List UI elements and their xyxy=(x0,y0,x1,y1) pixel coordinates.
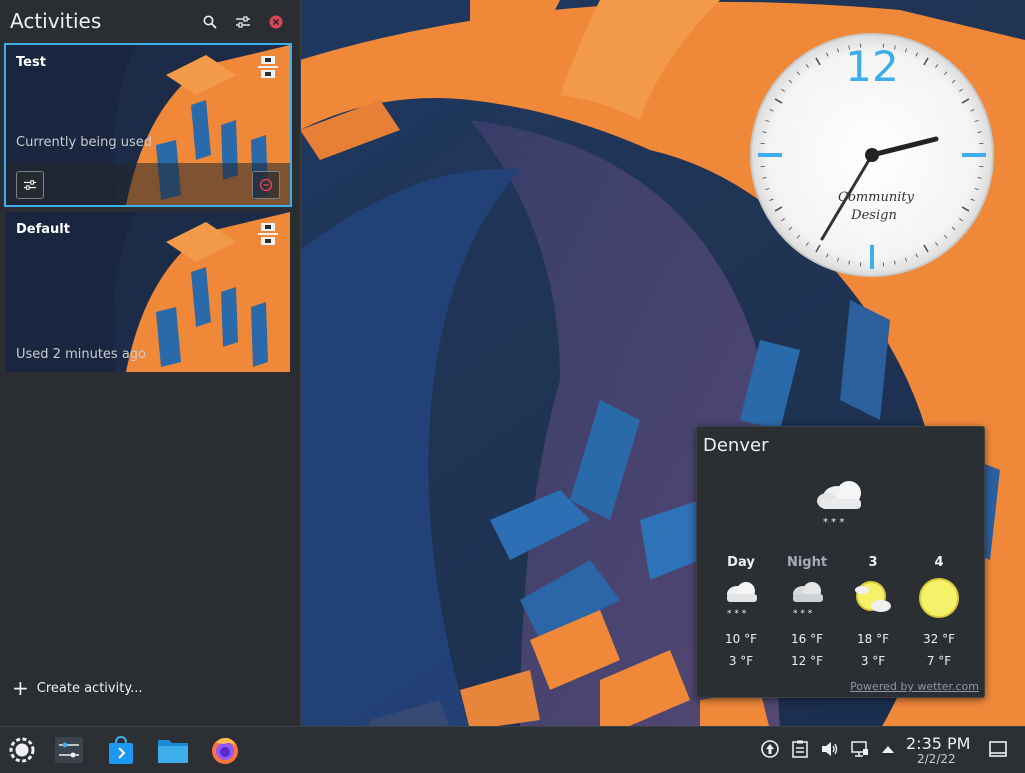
forecast-low: 7 °F xyxy=(909,650,969,672)
firefox-launcher[interactable] xyxy=(208,733,242,767)
taskbar: 2:35 PM 2/2/22 xyxy=(0,726,1025,773)
activity-status: Used 2 minutes ago xyxy=(16,347,146,362)
forecast-high: 16 °F xyxy=(777,628,837,650)
dolphin-launcher[interactable] xyxy=(156,733,190,767)
activity-pin-icon[interactable] xyxy=(258,55,278,83)
clock-marker-9 xyxy=(758,153,782,157)
forecast-label: Night xyxy=(777,555,837,570)
create-activity-button[interactable]: + Create activity... xyxy=(12,679,143,697)
weather-credit-link[interactable]: Powered by wetter.com xyxy=(850,680,979,693)
clipboard-icon[interactable] xyxy=(790,739,810,759)
forecast-high: 10 °F xyxy=(711,628,771,650)
activity-status: Currently being used xyxy=(16,135,152,150)
forecast-label: Day xyxy=(711,555,771,570)
activity-pin-icon[interactable] xyxy=(258,222,278,250)
forecast-label: 3 xyxy=(843,555,903,570)
forecast-label: 4 xyxy=(909,555,969,570)
activity-name: Default xyxy=(16,222,70,237)
firefox-icon xyxy=(210,735,240,765)
analog-clock-widget[interactable]: 12 Community Design xyxy=(748,31,996,279)
activities-header: Activities xyxy=(0,0,300,42)
plus-icon: + xyxy=(12,679,29,697)
configure-icon[interactable] xyxy=(233,12,253,32)
clock-brand-line2: Design xyxy=(850,208,897,223)
folder-icon xyxy=(157,736,189,764)
expand-tray-icon[interactable] xyxy=(878,739,898,759)
snow-icon: * * * xyxy=(787,576,827,620)
weather-widget[interactable]: Denver * * * Day * * * 10 °F 3 °F Night … xyxy=(696,426,985,698)
system-settings-launcher[interactable] xyxy=(52,733,86,767)
forecast-low: 3 °F xyxy=(711,650,771,672)
forecast-high: 18 °F xyxy=(843,628,903,650)
partly-cloudy-icon xyxy=(853,576,893,620)
forecast-day-3: 3 18 °F 3 °F xyxy=(843,555,903,672)
volume-icon[interactable] xyxy=(820,739,840,759)
activity-stop-button[interactable] xyxy=(252,171,280,199)
activities-panel: Activities Test Currently being used xyxy=(0,0,301,726)
svg-text:* * *: * * * xyxy=(727,609,747,619)
activities-title: Activities xyxy=(10,9,101,33)
create-activity-label: Create activity... xyxy=(37,681,143,696)
close-icon[interactable] xyxy=(266,12,286,32)
system-settings-icon xyxy=(54,736,84,764)
activity-name: Test xyxy=(16,55,46,70)
network-icon[interactable] xyxy=(850,739,870,759)
activity-configure-button[interactable] xyxy=(16,171,44,199)
show-desktop-icon[interactable] xyxy=(988,739,1008,759)
forecast-high: 32 °F xyxy=(909,628,969,650)
forecast-low: 12 °F xyxy=(777,650,837,672)
discover-store-icon xyxy=(107,735,135,765)
discover-launcher[interactable] xyxy=(104,733,138,767)
update-notifier-icon[interactable] xyxy=(760,739,780,759)
clock-marker-3 xyxy=(962,153,986,157)
clock-marker-6 xyxy=(870,245,874,269)
clock-number-12: 12 xyxy=(845,42,898,91)
activity-action-bar xyxy=(6,163,290,205)
svg-text:* * *: * * * xyxy=(823,517,844,527)
activity-card-test[interactable]: Test Currently being used xyxy=(6,45,290,205)
activity-card-default[interactable]: Default Used 2 minutes ago xyxy=(6,212,290,372)
taskbar-time[interactable]: 2:35 PM xyxy=(906,734,970,753)
app-launcher-button[interactable] xyxy=(5,733,39,767)
snow-icon: * * * xyxy=(813,471,869,527)
forecast-day: Day * * * 10 °F 3 °F xyxy=(711,555,771,672)
forecast-day-4: 4 32 °F 7 °F xyxy=(909,555,969,672)
forecast-low: 3 °F xyxy=(843,650,903,672)
kde-logo-icon xyxy=(8,736,36,764)
weather-city: Denver xyxy=(703,435,768,456)
svg-text:* * *: * * * xyxy=(793,609,813,619)
search-icon[interactable] xyxy=(200,12,220,32)
taskbar-date[interactable]: 2/2/22 xyxy=(917,752,956,766)
sun-icon xyxy=(919,576,959,620)
snow-icon: * * * xyxy=(721,576,761,620)
forecast-night: Night * * * 16 °F 12 °F xyxy=(777,555,837,672)
clock-center xyxy=(865,148,879,162)
